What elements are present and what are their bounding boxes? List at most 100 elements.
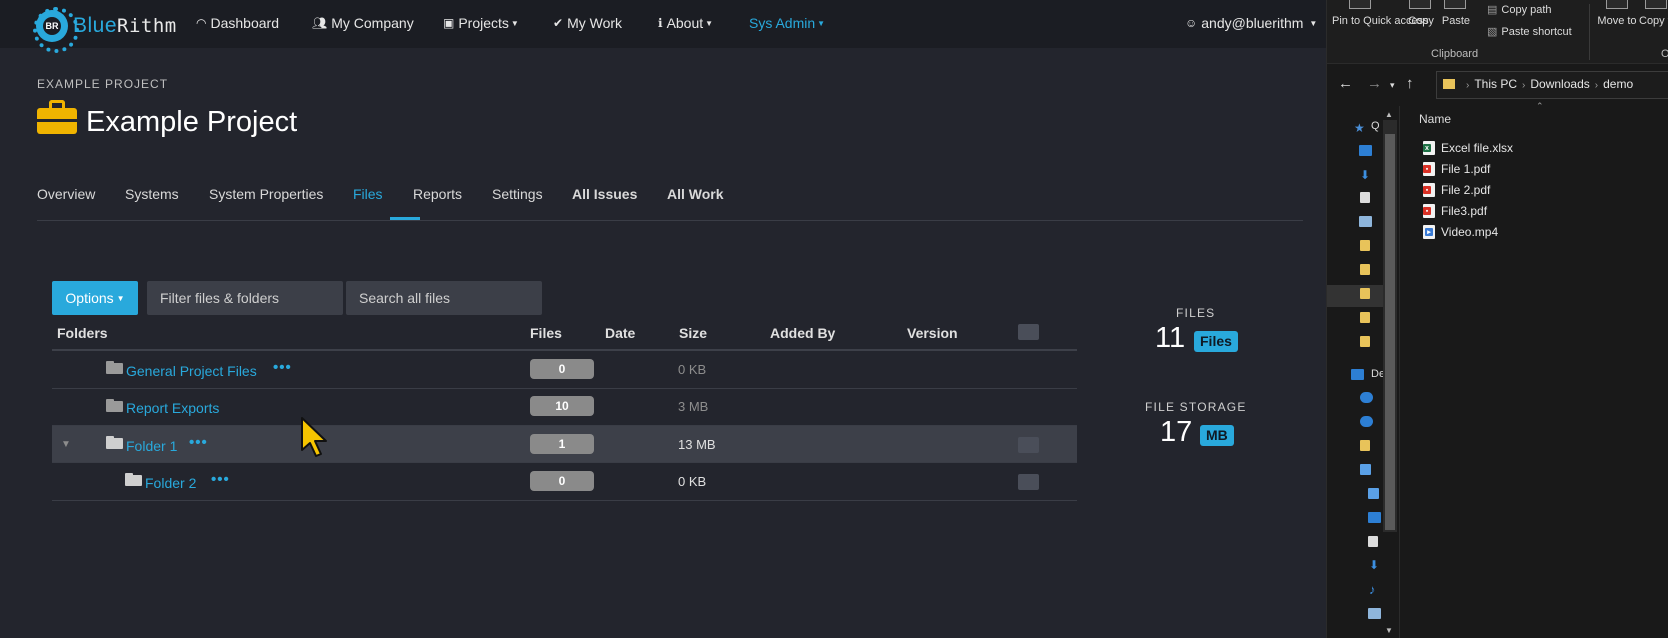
- row-checkbox[interactable]: [1018, 437, 1039, 453]
- folder-icon[interactable]: [1360, 312, 1370, 323]
- copy-button[interactable]: Copy: [1405, 15, 1437, 28]
- onedrive-icon[interactable]: [1360, 416, 1373, 427]
- tab-all-issues[interactable]: All Issues: [572, 186, 637, 202]
- folder-icon[interactable]: [1360, 336, 1370, 347]
- breadcrumb-demo[interactable]: demo: [1603, 77, 1633, 91]
- scroll-up-icon[interactable]: ▲: [1385, 110, 1393, 119]
- dashboard-icon: ◠: [196, 16, 207, 30]
- folder-name[interactable]: Report Exports: [126, 400, 219, 416]
- info-icon: ℹ: [658, 16, 663, 30]
- nav-dashboard-label: Dashboard: [210, 15, 279, 31]
- folder-icon[interactable]: [1360, 264, 1370, 275]
- file-name: Excel file.xlsx: [1441, 141, 1514, 155]
- brand-logo[interactable]: BR BlueRithm: [33, 7, 177, 53]
- table-row[interactable]: Folder 2 ••• 0 0 KB: [52, 463, 1077, 501]
- column-header-folders[interactable]: Folders: [57, 325, 108, 341]
- breadcrumb-downloads[interactable]: Downloads: [1530, 77, 1589, 91]
- folder-icon[interactable]: [1360, 240, 1370, 251]
- desktop-icon[interactable]: [1368, 512, 1381, 523]
- documents-icon[interactable]: [1368, 536, 1378, 547]
- table-row[interactable]: Report Exports 10 3 MB: [52, 389, 1077, 426]
- download-icon[interactable]: ⬇: [1369, 558, 1382, 572]
- select-all-checkbox[interactable]: [1018, 324, 1039, 340]
- column-header-added-by[interactable]: Added By: [770, 325, 835, 341]
- nav-my-work[interactable]: ✔ My Work: [553, 15, 622, 31]
- file-name: File 1.pdf: [1441, 162, 1491, 176]
- column-header-version[interactable]: Version: [907, 325, 958, 341]
- address-bar[interactable]: › This PC › Downloads › demo: [1436, 71, 1668, 99]
- nav-pane-scrollbar-thumb[interactable]: [1385, 134, 1395, 530]
- recent-locations-chevron-icon[interactable]: ▾: [1390, 80, 1395, 91]
- list-item[interactable]: x Excel file.xlsx: [1423, 139, 1513, 157]
- table-row-selected[interactable]: ▼ Folder 1 ••• 1 13 MB: [52, 426, 1077, 463]
- more-options-icon[interactable]: •••: [189, 434, 208, 451]
- file-explorer-window: Pin to Quick access Copy Paste ▤ Copy pat…: [1326, 0, 1668, 638]
- file-name: File3.pdf: [1441, 204, 1488, 218]
- copy-path-button[interactable]: ▤ Copy path: [1487, 3, 1552, 16]
- column-header-files[interactable]: Files: [530, 325, 562, 341]
- options-button[interactable]: Options ▼: [52, 281, 138, 315]
- copy-to-button[interactable]: Copy to: [1639, 15, 1668, 28]
- file-count-badge: 10: [530, 396, 594, 416]
- tab-systems[interactable]: Systems: [125, 186, 179, 202]
- paste-button[interactable]: Paste: [1439, 15, 1473, 28]
- collapse-triangle-icon[interactable]: ▼: [61, 439, 71, 450]
- desktop-icon[interactable]: [1359, 145, 1372, 156]
- nav-sys-admin[interactable]: Sys Admin ▼: [749, 15, 825, 31]
- tab-overview[interactable]: Overview: [37, 186, 95, 202]
- table-row[interactable]: General Project Files ••• 0 0 KB: [52, 351, 1077, 389]
- pdf-file-icon: ▪: [1423, 204, 1435, 218]
- folder-name[interactable]: Folder 1: [126, 438, 177, 454]
- folder-icon[interactable]: [1360, 288, 1370, 299]
- tab-files[interactable]: Files: [353, 186, 383, 202]
- more-options-icon[interactable]: •••: [211, 471, 230, 488]
- active-tab-indicator: [390, 217, 420, 220]
- onedrive-icon[interactable]: [1360, 392, 1373, 403]
- quick-access-star-icon[interactable]: ★: [1354, 121, 1367, 135]
- column-header-name[interactable]: Name: [1419, 112, 1451, 126]
- list-item[interactable]: ▪ File3.pdf: [1423, 202, 1487, 220]
- documents-icon[interactable]: [1360, 192, 1370, 203]
- tab-reports[interactable]: Reports: [413, 186, 462, 202]
- list-item[interactable]: ▸ Video.mp4: [1423, 223, 1498, 241]
- tab-all-work[interactable]: All Work: [667, 186, 724, 202]
- nav-pane-label[interactable]: Q: [1371, 120, 1380, 132]
- 3d-objects-icon[interactable]: [1368, 488, 1379, 499]
- this-pc-icon[interactable]: [1360, 464, 1371, 475]
- user-folder-icon[interactable]: [1360, 440, 1370, 451]
- up-arrow-icon[interactable]: ↑: [1406, 75, 1414, 92]
- column-header-size[interactable]: Size: [679, 325, 707, 341]
- scroll-down-icon[interactable]: ▼: [1385, 626, 1393, 635]
- nav-dashboard[interactable]: ◠ Dashboard: [196, 15, 279, 31]
- folder-name[interactable]: General Project Files: [126, 363, 257, 379]
- nav-about[interactable]: ℹ About ▼: [658, 15, 713, 31]
- pdf-file-icon: ▪: [1423, 183, 1435, 197]
- list-item[interactable]: ▪ File 2.pdf: [1423, 181, 1490, 199]
- column-header-date[interactable]: Date: [605, 325, 635, 341]
- pin-to-quick-access-button[interactable]: Pin to Quick access: [1332, 15, 1429, 28]
- pictures-icon[interactable]: [1368, 608, 1381, 619]
- nav-projects[interactable]: ▣ Projects ▼: [443, 15, 519, 31]
- tab-system-properties[interactable]: System Properties: [209, 186, 323, 202]
- list-item[interactable]: ▪ File 1.pdf: [1423, 160, 1490, 178]
- back-arrow-icon[interactable]: ←: [1338, 75, 1353, 92]
- breadcrumb-this-pc[interactable]: This PC: [1474, 77, 1517, 91]
- tab-settings[interactable]: Settings: [492, 186, 543, 202]
- music-icon[interactable]: ♪: [1369, 582, 1382, 597]
- forward-arrow-icon[interactable]: →: [1367, 75, 1382, 92]
- folder-name[interactable]: Folder 2: [145, 475, 196, 491]
- paste-shortcut-button[interactable]: ▧ Paste shortcut: [1487, 25, 1572, 38]
- filter-input[interactable]: Filter files & folders: [147, 281, 343, 315]
- briefcase-icon: [37, 100, 77, 136]
- move-to-button[interactable]: Move to: [1597, 15, 1637, 28]
- more-options-icon[interactable]: •••: [273, 359, 292, 376]
- row-checkbox[interactable]: [1018, 474, 1039, 490]
- search-files-input[interactable]: Search all files: [346, 281, 542, 315]
- storage-stat-label: FILE STORAGE: [1145, 400, 1247, 414]
- download-icon[interactable]: ⬇: [1360, 168, 1373, 182]
- pictures-icon[interactable]: [1359, 216, 1372, 227]
- desktop-icon[interactable]: [1351, 369, 1364, 380]
- nav-my-company[interactable]: 👥︎ My Company: [312, 15, 414, 31]
- user-menu[interactable]: ☺ andy@bluerithm ▼: [1185, 15, 1317, 31]
- nav-my-company-label: My Company: [331, 15, 414, 31]
